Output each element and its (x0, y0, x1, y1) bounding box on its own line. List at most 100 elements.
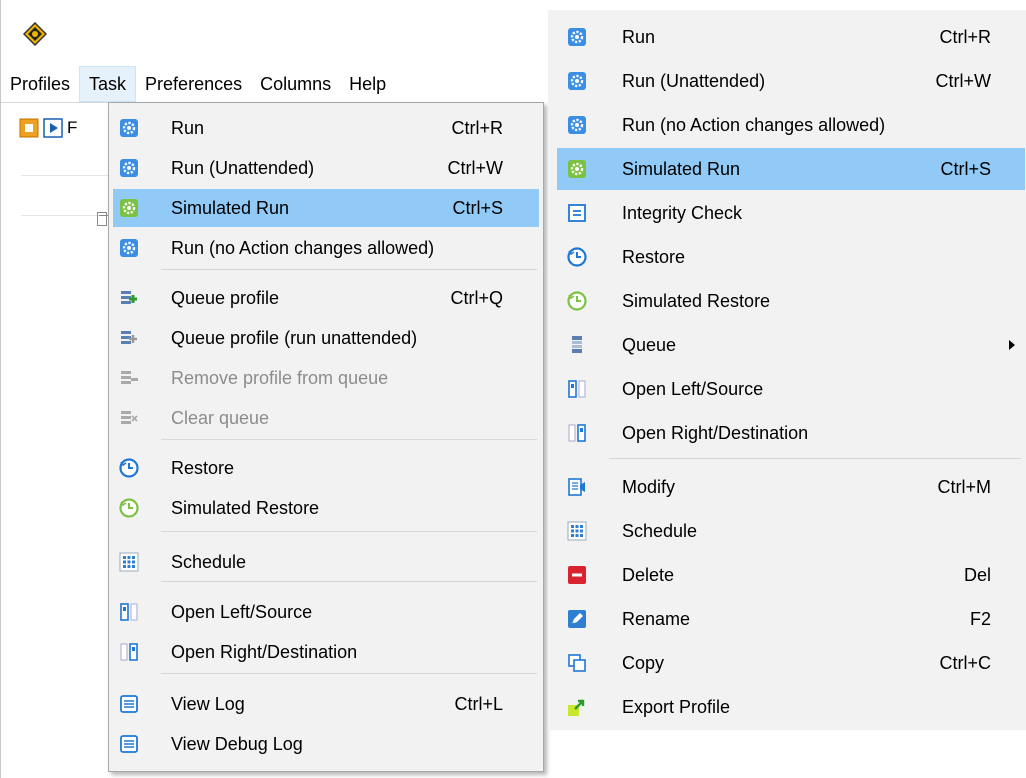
context-menu-item-queue[interactable]: Queue (557, 324, 1025, 366)
schedule-grid-icon (567, 521, 587, 541)
menu-separator (161, 581, 537, 582)
menu-item-shortcut: Ctrl+R (939, 26, 991, 47)
task-menu-item-run[interactable]: Run Ctrl+R (113, 109, 539, 147)
menu-item-label: Run (622, 26, 656, 47)
menu-item-label: Open Right/Destination (622, 422, 809, 443)
menu-columns[interactable]: Columns (251, 66, 340, 102)
menu-item-label: Open Right/Destination (171, 641, 358, 662)
rename-pencil-icon (567, 609, 587, 629)
task-menu-item-remove-profile-from-queue: Remove profile from queue (113, 359, 539, 397)
menu-task[interactable]: Task (79, 66, 137, 102)
context-menu-item-open-left-source[interactable]: Open Left/Source (557, 368, 1025, 410)
menu-item-shortcut: F2 (969, 608, 991, 629)
context-menu-item-simulated-run[interactable]: Simulated Run Ctrl+S (557, 148, 1025, 190)
schedule-grid-icon (119, 552, 139, 572)
menu-item-label: Run (171, 117, 205, 138)
task-menu-item-simulated-run[interactable]: Simulated Run Ctrl+S (113, 189, 539, 227)
menu-preferences[interactable]: Preferences (136, 66, 251, 102)
gear-icon (567, 27, 587, 47)
menu-item-shortcut: Ctrl+C (939, 652, 991, 673)
copy-icon (567, 653, 587, 673)
menu-item-label: Delete (622, 564, 675, 585)
task-dropdown-menu: Run Ctrl+R Run (Unattended) Ctrl+W Simulated… (108, 102, 544, 772)
context-menu-item-export-profile[interactable]: Export Profile (557, 686, 1025, 728)
menu-separator (609, 458, 1021, 459)
task-menu-item-run-unattended[interactable]: Run (Unattended) Ctrl+W (113, 149, 539, 187)
task-menu-item-queue-profile[interactable]: Queue profile Ctrl+Q (113, 279, 539, 317)
context-menu-item-simulated-restore[interactable]: Simulated Restore (557, 280, 1025, 322)
task-menu-item-clear-queue: Clear queue (113, 399, 539, 437)
menu-item-label: Copy (622, 652, 665, 673)
menu-help[interactable]: Help (340, 66, 395, 102)
menu-item-shortcut: Del (963, 564, 991, 585)
menu-item-shortcut: Ctrl+L (454, 693, 503, 714)
integrity-check-icon (567, 203, 587, 223)
queue-clear-icon (119, 408, 139, 428)
menu-item-label: Simulated Run (622, 158, 741, 179)
menu-item-label: View Log (171, 693, 245, 714)
open-left-icon (119, 602, 139, 622)
context-menu-item-integrity-check[interactable]: Integrity Check (557, 192, 1025, 234)
menu-item-shortcut: Ctrl+M (937, 476, 992, 497)
menu-item-shortcut: Ctrl+S (452, 197, 503, 218)
menu-separator (161, 439, 537, 440)
debug-log-icon (119, 734, 139, 754)
open-right-icon (119, 642, 139, 662)
grid-line (21, 175, 109, 176)
gear-icon (567, 115, 587, 135)
open-right-icon (567, 423, 587, 443)
menu-item-shortcut: Ctrl+W (447, 157, 504, 178)
task-menu-item-queue-profile-run-unattended[interactable]: Queue profile (run unattended) (113, 319, 539, 357)
menu-item-label: Schedule (171, 551, 247, 572)
gear-icon (119, 238, 139, 258)
context-menu-item-run[interactable]: Run Ctrl+R (557, 16, 1025, 58)
play-icon[interactable] (43, 118, 63, 138)
green-gear-icon (119, 198, 139, 218)
menu-item-label: Simulated Restore (622, 290, 771, 311)
menu-item-shortcut: Ctrl+Q (450, 287, 503, 308)
context-menu-item-restore[interactable]: Restore (557, 236, 1025, 278)
menu-item-label: Simulated Run (171, 197, 290, 218)
menu-item-label: Run (Unattended) (171, 157, 315, 178)
log-icon (119, 694, 139, 714)
task-menu-item-open-left-source[interactable]: Open Left/Source (113, 593, 539, 631)
gear-icon (567, 71, 587, 91)
context-menu-item-run-unattended[interactable]: Run (Unattended) Ctrl+W (557, 60, 1025, 102)
context-menu-item-rename[interactable]: Rename F2 (557, 598, 1025, 640)
task-menu-item-schedule[interactable]: Schedule (113, 543, 539, 581)
gear-icon (119, 118, 139, 138)
queue-add-icon (119, 288, 139, 308)
menu-item-shortcut: Ctrl+W (935, 70, 992, 91)
context-menu-item-run-no-action-changes-allowed[interactable]: Run (no Action changes allowed) (557, 104, 1025, 146)
menu-item-label: Restore (171, 457, 235, 478)
context-menu-item-schedule[interactable]: Schedule (557, 510, 1025, 552)
menu-item-label: Queue profile (run unattended) (171, 327, 418, 348)
context-menu-item-copy[interactable]: Copy Ctrl+C (557, 642, 1025, 684)
tree-expander[interactable] (97, 212, 107, 226)
menu-profiles[interactable]: Profiles (1, 66, 79, 102)
menu-item-label: Restore (622, 246, 686, 267)
green-gear-icon (567, 159, 587, 179)
queue-remove-icon (119, 368, 139, 388)
restore-clock-icon (119, 458, 139, 478)
stop-icon[interactable] (19, 118, 39, 138)
menubar-divider (1, 102, 114, 103)
context-menu-item-open-right-destination[interactable]: Open Right/Destination (557, 412, 1025, 454)
task-menu-item-restore[interactable]: Restore (113, 449, 539, 487)
profile-label-truncated: F (67, 118, 78, 137)
context-menu-item-modify[interactable]: Modify Ctrl+M (557, 466, 1025, 508)
task-menu-item-view-debug-log[interactable]: View Debug Log (113, 725, 539, 763)
task-menu-item-run-no-action-changes-allowed[interactable]: Run (no Action changes allowed) (113, 229, 539, 267)
menu-item-label: Clear queue (171, 407, 270, 428)
context-menu-item-delete[interactable]: Delete Del (557, 554, 1025, 596)
task-menu-item-open-right-destination[interactable]: Open Right/Destination (113, 633, 539, 671)
menu-separator (161, 673, 537, 674)
menu-item-shortcut: Ctrl+R (451, 117, 503, 138)
menu-item-label: Open Left/Source (171, 601, 313, 622)
menu-item-label: Schedule (622, 520, 698, 541)
simulated-restore-clock-icon (119, 498, 139, 518)
modify-icon (567, 477, 587, 497)
task-menu-item-simulated-restore[interactable]: Simulated Restore (113, 489, 539, 527)
menu-item-shortcut: Ctrl+S (940, 158, 991, 179)
task-menu-item-view-log[interactable]: View Log Ctrl+L (113, 685, 539, 723)
